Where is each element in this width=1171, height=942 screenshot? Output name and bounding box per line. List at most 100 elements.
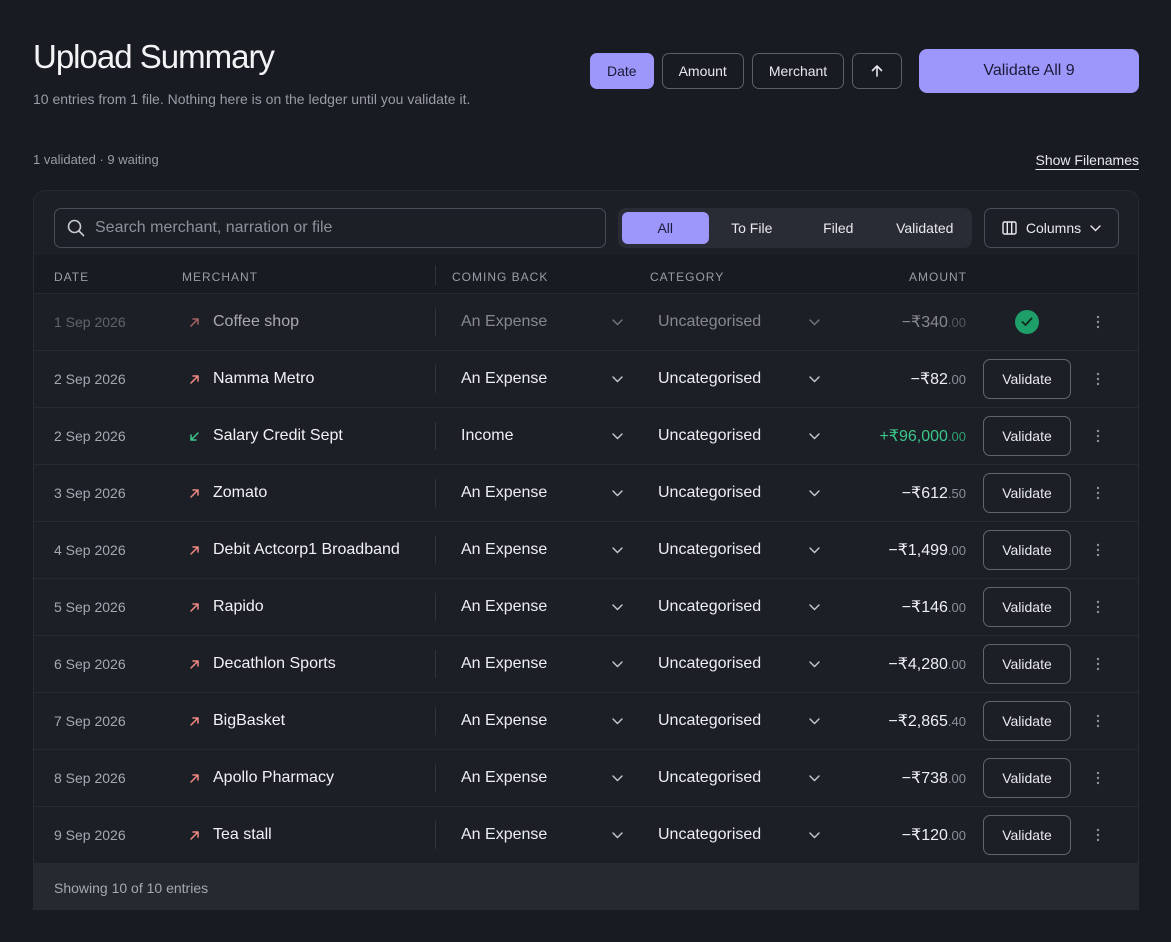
- amount-cents: .50: [947, 485, 966, 501]
- category-select[interactable]: Uncategorised: [658, 351, 820, 407]
- row-merchant[interactable]: Coffee shop: [189, 294, 299, 350]
- header-merchant[interactable]: MERCHANT: [182, 270, 258, 284]
- row-merchant[interactable]: Tea stall: [189, 807, 272, 863]
- coming-back-select[interactable]: An Expense: [461, 522, 623, 578]
- row-action: Validate: [983, 693, 1071, 749]
- coming-back-select[interactable]: An Expense: [461, 693, 623, 749]
- row-menu-button[interactable]: [1090, 636, 1106, 692]
- table-row: 8 Sep 2026 Apollo Pharmacy An Expense Un…: [34, 750, 1138, 807]
- amount-main: −₹120: [901, 827, 948, 844]
- validate-button[interactable]: Validate: [983, 758, 1071, 798]
- arrow-down-left-icon: [190, 431, 199, 441]
- sort-by-amount-button[interactable]: Amount: [661, 53, 744, 89]
- coming-back-select[interactable]: An Expense: [461, 807, 623, 863]
- row-date: 9 Sep 2026: [54, 827, 126, 843]
- row-merchant[interactable]: Namma Metro: [189, 351, 314, 407]
- coming-back-select[interactable]: Income: [461, 408, 623, 464]
- table-row: 1 Sep 2026 Coffee shop An Expense Uncate…: [34, 294, 1138, 351]
- table-row: 7 Sep 2026 BigBasket An Expense Uncatego…: [34, 693, 1138, 750]
- category-select[interactable]: Uncategorised: [658, 522, 820, 578]
- category-select[interactable]: Uncategorised: [658, 750, 820, 806]
- row-date: 5 Sep 2026: [54, 599, 126, 615]
- more-vertical-icon: [1096, 828, 1100, 842]
- validate-button[interactable]: Validate: [983, 587, 1071, 627]
- validate-button[interactable]: Validate: [983, 644, 1071, 684]
- coming-back-select[interactable]: An Expense: [461, 750, 623, 806]
- sort-by-merchant-button[interactable]: Merchant: [751, 53, 845, 89]
- category-select[interactable]: Uncategorised: [658, 807, 820, 863]
- arrow-up-right-icon: [190, 545, 199, 555]
- validate-button[interactable]: Validate: [983, 815, 1071, 855]
- validate-button[interactable]: Validate: [983, 701, 1071, 741]
- search-input[interactable]: [95, 219, 575, 237]
- amount-main: −₹340: [901, 314, 948, 331]
- row-action: Validate: [983, 579, 1071, 635]
- row-menu-button[interactable]: [1090, 465, 1106, 521]
- validate-button[interactable]: Validate: [983, 530, 1071, 570]
- chevron-down-icon: [809, 831, 820, 838]
- coming-back-select[interactable]: An Expense: [461, 579, 623, 635]
- category-value: Uncategorised: [658, 769, 762, 786]
- row-menu-button[interactable]: [1090, 408, 1106, 464]
- columns-button[interactable]: Columns: [984, 208, 1119, 248]
- filter-tab-filed[interactable]: Filed: [795, 212, 882, 244]
- row-merchant[interactable]: Debit Actcorp1 Broadband: [189, 522, 400, 578]
- row-merchant-name: Apollo Pharmacy: [213, 769, 334, 786]
- row-merchant[interactable]: Apollo Pharmacy: [189, 750, 334, 806]
- header-date[interactable]: DATE: [54, 270, 89, 284]
- coming-back-value: An Expense: [461, 484, 548, 501]
- row-menu-button[interactable]: [1090, 294, 1106, 350]
- validate-all-button[interactable]: Validate All 9: [919, 49, 1139, 93]
- sort-direction-button[interactable]: [852, 53, 903, 89]
- chevron-down-icon: [612, 660, 623, 667]
- header-category[interactable]: CATEGORY: [650, 270, 724, 284]
- validate-button[interactable]: Validate: [983, 359, 1071, 399]
- filter-tab-to-file[interactable]: To File: [709, 212, 796, 244]
- row-menu-button[interactable]: [1090, 693, 1106, 749]
- filter-tab-validated[interactable]: Validated: [882, 212, 969, 244]
- more-vertical-icon: [1096, 714, 1100, 728]
- filter-tab-all[interactable]: All: [622, 212, 709, 244]
- validate-button[interactable]: Validate: [983, 473, 1071, 513]
- header-amount[interactable]: AMOUNT: [909, 270, 967, 284]
- header-coming-back[interactable]: COMING BACK: [452, 270, 548, 284]
- row-menu-button[interactable]: [1090, 522, 1106, 578]
- category-select[interactable]: Uncategorised: [658, 636, 820, 692]
- row-divider: [435, 764, 436, 792]
- chevron-down-icon: [612, 774, 623, 781]
- row-merchant[interactable]: Rapido: [189, 579, 264, 635]
- row-merchant[interactable]: BigBasket: [189, 693, 285, 749]
- row-merchant-name: Zomato: [213, 484, 268, 501]
- row-menu-button[interactable]: [1090, 579, 1106, 635]
- table-row: 4 Sep 2026 Debit Actcorp1 Broadband An E…: [34, 522, 1138, 579]
- category-select[interactable]: Uncategorised: [658, 408, 820, 464]
- category-select[interactable]: Uncategorised: [658, 465, 820, 521]
- arrow-up-right-icon: [190, 773, 199, 783]
- row-merchant[interactable]: Decathlon Sports: [189, 636, 336, 692]
- coming-back-select[interactable]: An Expense: [461, 351, 623, 407]
- row-menu-button[interactable]: [1090, 807, 1106, 863]
- table-row: 2 Sep 2026 Salary Credit Sept Income Unc…: [34, 408, 1138, 465]
- category-select[interactable]: Uncategorised: [658, 693, 820, 749]
- validation-status: 1 validated · 9 waiting: [33, 152, 159, 167]
- coming-back-value: An Expense: [461, 598, 548, 615]
- row-merchant[interactable]: Salary Credit Sept: [189, 408, 343, 464]
- category-select[interactable]: Uncategorised: [658, 294, 820, 350]
- validate-button[interactable]: Validate: [983, 416, 1071, 456]
- coming-back-select[interactable]: An Expense: [461, 465, 623, 521]
- sort-by-date-button[interactable]: Date: [590, 53, 654, 89]
- show-filenames-link[interactable]: Show Filenames: [1036, 152, 1140, 168]
- amount-cents: .40: [947, 713, 966, 729]
- category-select[interactable]: Uncategorised: [658, 579, 820, 635]
- coming-back-select[interactable]: An Expense: [461, 294, 623, 350]
- row-menu-button[interactable]: [1090, 351, 1106, 407]
- coming-back-select[interactable]: An Expense: [461, 636, 623, 692]
- row-merchant-name: Salary Credit Sept: [213, 427, 343, 444]
- row-merchant[interactable]: Zomato: [189, 465, 267, 521]
- amount-main: −₹4,280: [888, 656, 948, 673]
- row-amount: +₹96,000.00: [879, 408, 966, 464]
- row-divider: [435, 650, 436, 678]
- row-merchant-name: Coffee shop: [213, 313, 299, 330]
- row-divider: [435, 308, 436, 336]
- row-menu-button[interactable]: [1090, 750, 1106, 806]
